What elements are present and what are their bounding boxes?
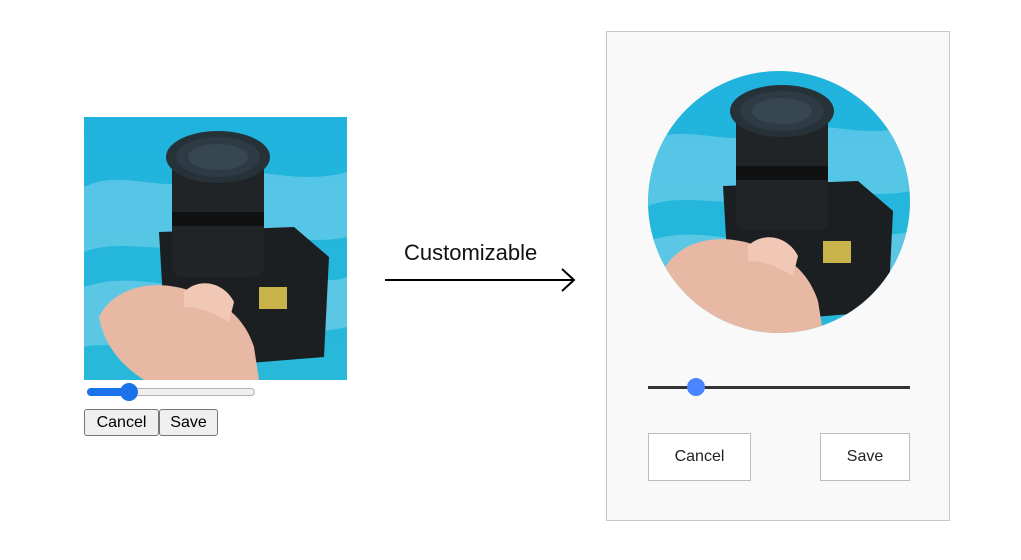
custom-cropper-panel: Cancel Save bbox=[606, 31, 950, 521]
custom-cancel-button[interactable]: Cancel bbox=[648, 433, 751, 481]
comparison-stage: Cancel Save Customizable Cancel Save bbox=[0, 0, 1021, 560]
camera-photo bbox=[648, 71, 910, 333]
right-arrow-icon bbox=[385, 268, 576, 292]
zoom-slider[interactable] bbox=[87, 383, 255, 401]
cancel-button[interactable]: Cancel bbox=[84, 409, 159, 436]
zoom-slider-thumb[interactable] bbox=[120, 383, 138, 401]
cropper-image-preview[interactable] bbox=[84, 117, 347, 380]
circular-image-preview[interactable] bbox=[648, 71, 910, 333]
custom-zoom-slider[interactable] bbox=[648, 377, 910, 397]
camera-photo bbox=[84, 117, 347, 380]
custom-save-button[interactable]: Save bbox=[820, 433, 910, 481]
custom-zoom-slider-thumb[interactable] bbox=[687, 378, 706, 396]
customizable-label: Customizable bbox=[404, 240, 538, 265]
save-button[interactable]: Save bbox=[159, 409, 218, 436]
